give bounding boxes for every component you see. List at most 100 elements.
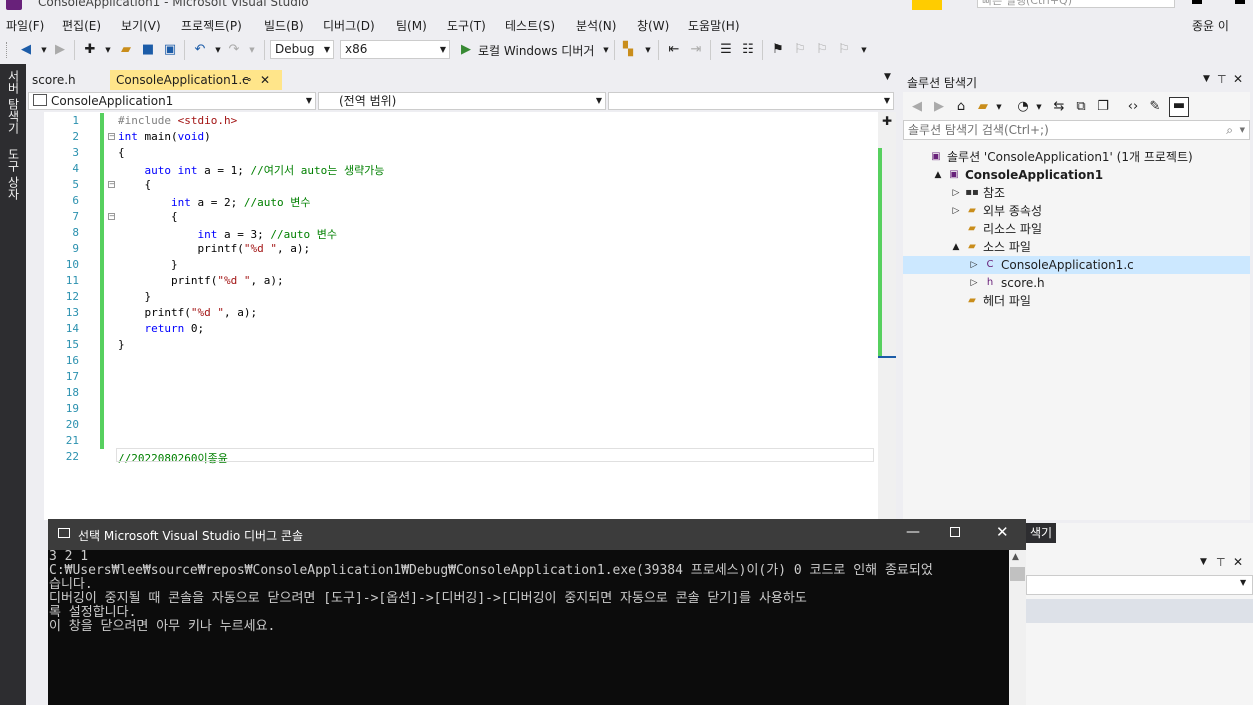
- code-line[interactable]: printf("%d ", a);: [118, 242, 310, 255]
- member-dropdown[interactable]: ▼: [608, 92, 894, 110]
- start-debugging-icon[interactable]: ▶: [458, 42, 474, 58]
- close-panel-icon[interactable]: ✕: [1233, 72, 1243, 86]
- solution-configuration-dropdown[interactable]: Debug ▼: [270, 40, 334, 59]
- expand-icon[interactable]: ▷: [951, 202, 961, 220]
- new-dropdown-icon[interactable]: ▼: [100, 42, 116, 58]
- clear-bookmarks-icon[interactable]: ⚐: [836, 42, 852, 58]
- close-panel-icon[interactable]: ✕: [1233, 555, 1243, 569]
- preview-icon[interactable]: ▬: [1169, 97, 1189, 117]
- code-line[interactable]: int a = 3; //auto 변수: [118, 226, 336, 242]
- code-line[interactable]: #include <stdio.h>: [118, 114, 237, 127]
- window-position-icon[interactable]: ▼: [1203, 74, 1210, 84]
- sync-icon[interactable]: ⇆: [1051, 99, 1067, 115]
- menu-window[interactable]: 창(W): [637, 17, 669, 34]
- tree-item[interactable]: ▲ ▰ 소스 파일: [903, 238, 1250, 256]
- minimize-icon[interactable]: [1192, 0, 1202, 4]
- toolbox-tab[interactable]: 도구 상자: [5, 148, 22, 200]
- tree-item[interactable]: ▷ h score.h: [903, 274, 1250, 292]
- show-all-files-icon[interactable]: ❐: [1095, 99, 1111, 115]
- save-all-icon[interactable]: ▣: [162, 42, 178, 58]
- menu-tools[interactable]: 도구(T): [447, 17, 486, 34]
- filter-dropdown-icon[interactable]: ▼: [1031, 99, 1047, 115]
- minimize-icon[interactable]: —: [906, 524, 920, 540]
- code-line[interactable]: auto int a = 1; //여기서 auto는 생략가능: [118, 162, 385, 178]
- code-line[interactable]: printf("%d ", a);: [118, 306, 258, 319]
- views-dropdown-icon[interactable]: ▼: [991, 99, 1007, 115]
- comment-icon[interactable]: ☰: [718, 42, 734, 58]
- pin-icon[interactable]: ⊤: [1216, 556, 1226, 569]
- menu-analyze[interactable]: 분석(N): [576, 17, 616, 34]
- code-line[interactable]: return 0;: [118, 322, 205, 335]
- menu-help[interactable]: 도움말(H): [688, 17, 740, 34]
- debug-target-dropdown-icon[interactable]: ▼: [598, 42, 614, 58]
- toolbar-grip[interactable]: [6, 42, 10, 58]
- expand-icon[interactable]: ▷: [969, 274, 979, 292]
- solution-platform-dropdown[interactable]: x86 ▼: [340, 40, 450, 59]
- collapse-icon[interactable]: ▲: [933, 166, 943, 184]
- tree-item[interactable]: ▰ 리소스 파일: [903, 220, 1250, 238]
- menu-team[interactable]: 팀(M): [396, 17, 427, 34]
- expand-icon[interactable]: ▷: [951, 184, 961, 202]
- find-in-files-icon[interactable]: ▚: [620, 42, 636, 58]
- menu-project[interactable]: 프로젝트(P): [181, 17, 242, 34]
- open-folder-icon[interactable]: ▰: [118, 42, 134, 58]
- debug-console-window[interactable]: 선택 Microsoft Visual Studio 디버그 콘솔 — ✕ 3 …: [48, 519, 1026, 705]
- next-bookmark-icon[interactable]: ⚐: [814, 42, 830, 58]
- navigate-backward-icon[interactable]: ⇤: [666, 42, 682, 58]
- project-dropdown[interactable]: ConsoleApplication1 ▼: [28, 92, 316, 110]
- forward-icon[interactable]: ▶: [52, 42, 68, 58]
- search-icon[interactable]: ⌕: [1226, 121, 1233, 139]
- pin-icon[interactable]: ⊤: [1217, 73, 1227, 86]
- navigate-forward-icon[interactable]: ⇥: [688, 42, 704, 58]
- code-line[interactable]: int main(void): [118, 130, 211, 143]
- find-dropdown-icon[interactable]: ▼: [640, 42, 656, 58]
- collapse-all-icon[interactable]: ⧉: [1073, 99, 1089, 115]
- pending-changes-icon[interactable]: ◔: [1015, 99, 1031, 115]
- previous-bookmark-icon[interactable]: ⚐: [792, 42, 808, 58]
- hidden-panel-tab[interactable]: 색기: [1026, 523, 1056, 543]
- scope-dropdown[interactable]: (전역 범위) ▼: [318, 92, 606, 110]
- home-icon[interactable]: ⌂: [953, 99, 969, 115]
- notification-icon[interactable]: [912, 0, 942, 10]
- menu-view[interactable]: 보기(V): [121, 17, 161, 34]
- tree-item[interactable]: ▷ C ConsoleApplication1.c: [903, 256, 1250, 274]
- user-name[interactable]: 종윤 이: [1192, 17, 1229, 34]
- console-output[interactable]: 3 2 1 C:₩Users₩lee₩source₩repos₩ConsoleAp…: [49, 550, 1009, 705]
- window-position-icon[interactable]: ▼: [1200, 557, 1207, 567]
- code-line[interactable]: }: [118, 258, 178, 271]
- save-icon[interactable]: ■: [140, 42, 156, 58]
- menu-file[interactable]: 파일(F): [6, 17, 44, 34]
- expand-icon[interactable]: ▷: [969, 256, 979, 274]
- search-options-icon[interactable]: ▼: [1240, 121, 1245, 139]
- tab-score-h[interactable]: score.h: [26, 70, 108, 90]
- console-title-bar[interactable]: 선택 Microsoft Visual Studio 디버그 콘솔 — ✕: [48, 519, 1026, 550]
- code-editor[interactable]: 1 2 3 4 5 6 7 8 9 10 11 12 13 14 15 16 17 18 19 20 21 22 #inc…: [44, 112, 878, 520]
- scroll-up-icon[interactable]: ▲: [1012, 552, 1019, 562]
- solution-search-input[interactable]: 솔루션 탐색기 검색(Ctrl+;) ⌕ ▼: [903, 120, 1250, 140]
- fold-toggle-icon[interactable]: −: [108, 181, 115, 188]
- tree-item[interactable]: ▲ ▣ ConsoleApplication1: [903, 166, 1250, 184]
- code-line[interactable]: {: [118, 178, 152, 191]
- code-line[interactable]: {: [118, 146, 125, 159]
- redo-icon[interactable]: ↷: [226, 42, 242, 58]
- tab-consoleapplication1-c[interactable]: ConsoleApplication1.c ⊸ ✕: [110, 70, 282, 90]
- uncomment-icon[interactable]: ☷: [740, 42, 756, 58]
- quick-launch-input[interactable]: 빠른 실행(Ctrl+Q): [977, 0, 1175, 8]
- code-line[interactable]: }: [118, 290, 152, 303]
- start-debugging-button[interactable]: 로컬 Windows 디버거: [478, 42, 594, 59]
- tree-item[interactable]: ▷ ▰ 외부 종속성: [903, 202, 1250, 220]
- scroll-thumb[interactable]: [1010, 567, 1025, 581]
- view-code-icon[interactable]: ‹›: [1125, 99, 1141, 115]
- maximize-icon[interactable]: [950, 527, 960, 537]
- editor-vertical-scrollbar[interactable]: ✚: [878, 112, 896, 520]
- menu-test[interactable]: 테스트(S): [505, 17, 555, 34]
- back-dropdown-icon[interactable]: ▼: [36, 42, 52, 58]
- new-project-icon[interactable]: ✚: [82, 42, 98, 58]
- undo-icon[interactable]: ↶: [192, 42, 208, 58]
- undo-dropdown-icon[interactable]: ▼: [210, 42, 226, 58]
- fold-toggle-icon[interactable]: −: [108, 213, 115, 220]
- collapse-icon[interactable]: ▲: [951, 238, 961, 256]
- menu-build[interactable]: 빌드(B): [264, 17, 304, 34]
- close-tab-icon[interactable]: ✕: [260, 70, 270, 90]
- pin-icon[interactable]: ⊸: [242, 70, 251, 90]
